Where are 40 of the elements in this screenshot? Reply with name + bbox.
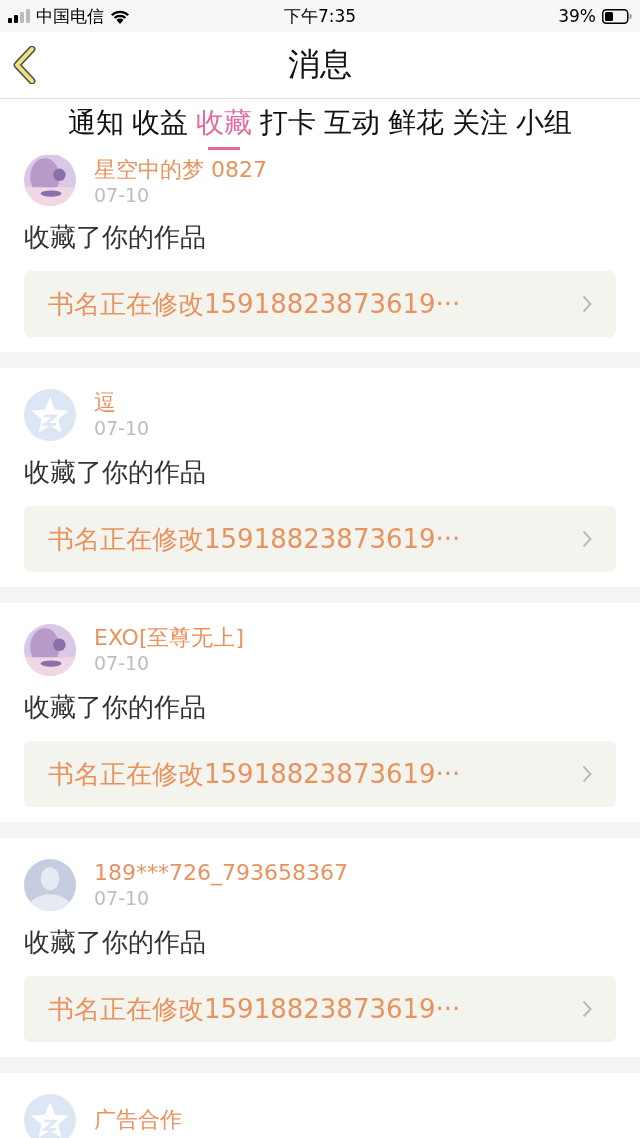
user-name[interactable]: 星空中的梦 0827 — [94, 158, 267, 183]
message-text: 收藏了你的作品 — [24, 691, 207, 725]
user-name[interactable]: 189***726_793658367 — [94, 861, 348, 886]
tab[interactable]: 收益 — [132, 104, 188, 150]
user-name[interactable]: EXO[至尊无上] — [94, 626, 245, 651]
avatar-icon — [24, 389, 76, 442]
tab[interactable]: 关注 — [452, 104, 508, 150]
back-icon — [12, 46, 38, 84]
chevron-right-icon — [582, 530, 592, 549]
message-text: 收藏了你的作品 — [24, 926, 207, 960]
tab[interactable]: 收藏 — [196, 104, 252, 150]
book-link[interactable]: 书名正在修改15918823873619··· — [24, 271, 616, 338]
back-button[interactable] — [12, 46, 38, 84]
tab[interactable]: 互动 — [324, 104, 380, 150]
book-link[interactable]: 书名正在修改15918823873619··· — [24, 741, 616, 808]
page-title: 消息 — [288, 44, 352, 85]
message-date: 07-10 — [94, 887, 151, 910]
message-date: 07-10 — [94, 417, 150, 440]
tab[interactable]: 打卡 — [260, 104, 316, 150]
tab[interactable]: 鲜花 — [388, 104, 444, 150]
avatar-icon — [24, 859, 76, 912]
signal-icon — [8, 9, 30, 23]
chevron-right-icon — [582, 765, 592, 784]
wifi-icon — [110, 8, 130, 24]
message-date: 07-10 — [94, 652, 151, 675]
tab[interactable]: 小组 — [516, 104, 572, 150]
carrier-name: 中国电信 — [36, 4, 104, 28]
message-text: 收藏了你的作品 — [24, 456, 207, 490]
tab[interactable]: 通知 — [68, 104, 124, 150]
chevron-right-icon — [582, 1000, 592, 1019]
message-text: 收藏了你的作品 — [24, 221, 207, 255]
battery-percent: 39% — [558, 6, 596, 26]
book-link[interactable]: 书名正在修改15918823873619··· — [24, 976, 616, 1043]
user-name[interactable]: 逗 — [94, 391, 150, 416]
user-name[interactable]: 广告合作 — [94, 1108, 182, 1133]
message-date: 07-10 — [94, 184, 151, 207]
battery-icon — [602, 8, 632, 24]
book-link[interactable]: 书名正在修改15918823873619··· — [24, 506, 616, 573]
status-time: 下午7:35 — [283, 4, 357, 28]
chevron-right-icon — [582, 295, 592, 314]
